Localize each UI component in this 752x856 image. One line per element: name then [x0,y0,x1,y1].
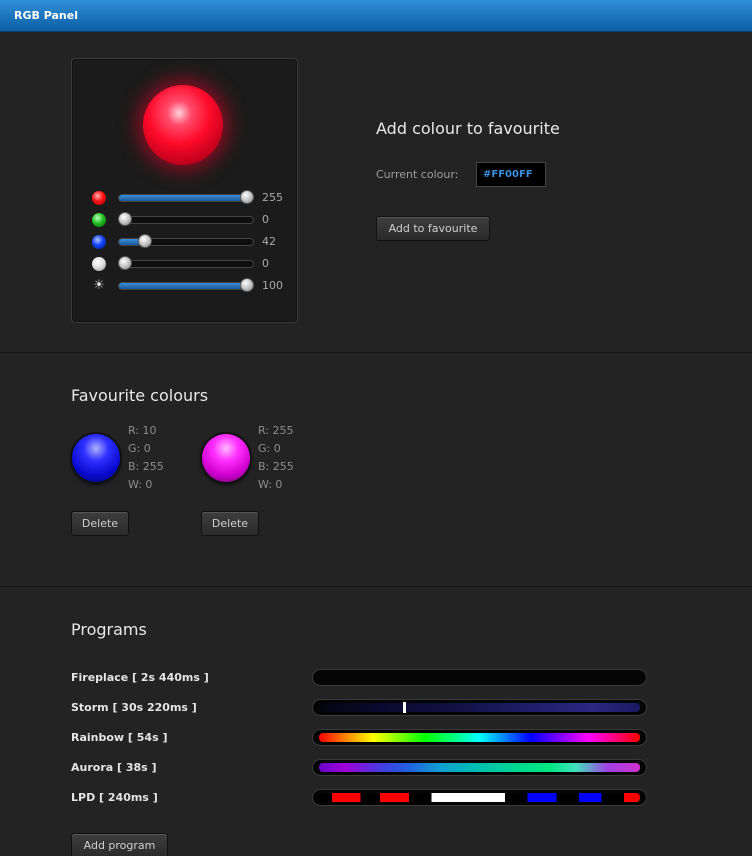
favourite-red-value: R: 255 [258,424,294,437]
program-preview-storm[interactable] [312,699,647,716]
add-favourite-heading: Add colour to favourite [376,119,560,138]
add-to-favourite-button[interactable]: Add to favourite [376,216,490,241]
window-title-bar: RGB Panel [0,0,752,32]
program-label-storm[interactable]: Storm [ 30s 220ms ] [71,701,197,714]
program-preview-fireplace[interactable] [312,669,647,686]
green-channel-icon [92,213,106,227]
white-value: 0 [262,257,269,270]
program-preview-rainbow[interactable] [312,729,647,746]
red-channel-icon [92,191,106,205]
favourite-colours-heading: Favourite colours [71,386,209,405]
favourite-green-value: G: 0 [258,442,281,455]
favourite-white-value: W: 0 [258,478,283,491]
section-divider [0,586,752,587]
delete-favourite-button[interactable]: Delete [201,511,259,536]
lightning-flash [403,702,406,713]
program-label-rainbow[interactable]: Rainbow [ 54s ] [71,731,168,744]
program-label-aurora[interactable]: Aurora [ 38s ] [71,761,157,774]
brightness-slider-track[interactable] [118,282,254,290]
colour-picker-panel: 255 0 42 0 ☀ 100 [71,58,298,323]
program-preview-aurora[interactable] [312,759,647,776]
white-slider-track[interactable] [118,260,254,268]
current-colour-value: #FF00FF [476,162,546,187]
program-gradient [319,703,640,712]
favourite-green-value: G: 0 [128,442,151,455]
red-slider-track[interactable] [118,194,254,202]
brightness-slider-row: ☀ 100 [72,278,299,294]
red-slider-row: 255 [72,190,299,206]
programs-heading: Programs [71,620,147,639]
colour-preview-orb [143,85,223,165]
favourite-white-value: W: 0 [128,478,153,491]
red-slider-fill [119,195,253,201]
green-slider-knob[interactable] [118,212,132,226]
red-value: 255 [262,191,283,204]
brightness-slider-fill [119,283,253,289]
program-label-lpd[interactable]: LPD [ 240ms ] [71,791,158,804]
white-slider-knob[interactable] [118,256,132,270]
green-value: 0 [262,213,269,226]
program-preview-lpd[interactable] [312,789,647,806]
brightness-value: 100 [262,279,283,292]
brightness-icon: ☀ [93,278,105,293]
favourite-blue-value: B: 255 [258,460,294,473]
red-slider-knob[interactable] [240,190,254,204]
current-colour-label: Current colour: [376,168,459,181]
blue-channel-icon [92,235,106,249]
add-program-button[interactable]: Add program [71,833,168,856]
favourite-red-value: R: 10 [128,424,157,437]
brightness-slider-knob[interactable] [240,278,254,292]
favourite-colour-swatch[interactable] [72,434,120,482]
white-channel-icon [92,257,106,271]
section-divider [0,352,752,353]
program-gradient [319,793,640,802]
program-gradient [319,673,640,682]
favourite-colour-swatch[interactable] [202,434,250,482]
program-label-fireplace[interactable]: Fireplace [ 2s 440ms ] [71,671,209,684]
blue-value: 42 [262,235,276,248]
white-slider-row: 0 [72,256,299,272]
blue-slider-row: 42 [72,234,299,250]
window-title: RGB Panel [14,9,78,22]
program-gradient [319,733,640,742]
program-gradient [319,763,640,772]
favourite-blue-value: B: 255 [128,460,164,473]
green-slider-track[interactable] [118,216,254,224]
delete-favourite-button[interactable]: Delete [71,511,129,536]
green-slider-row: 0 [72,212,299,228]
